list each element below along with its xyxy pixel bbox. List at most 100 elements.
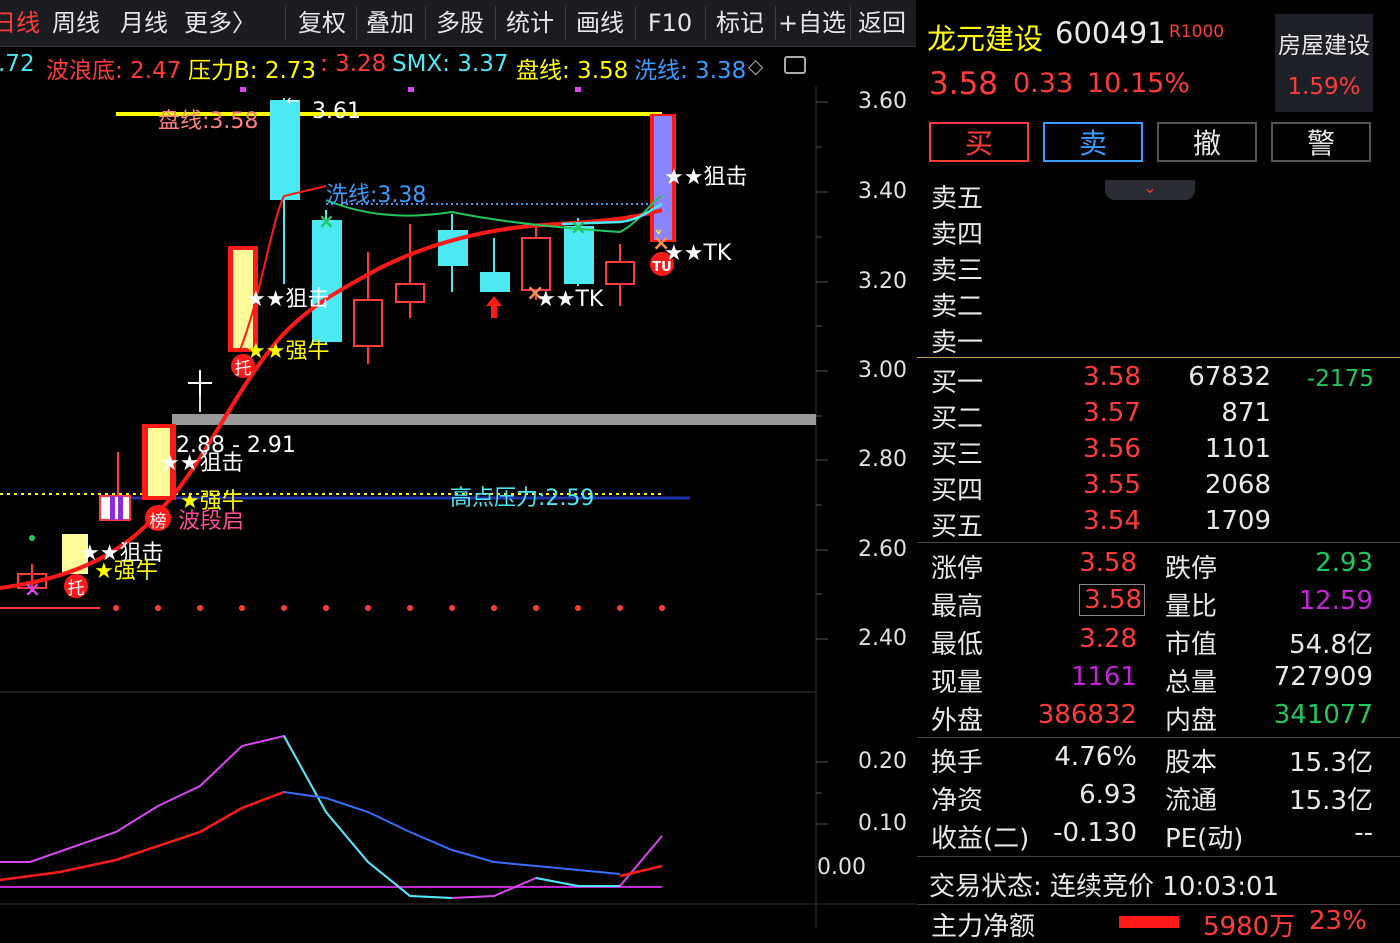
up-arrow-icon [486,296,502,318]
bull-label: ★★强牛 [246,339,329,364]
stat-label: 涨停 [931,554,984,584]
stat-value: 1161 [1070,662,1137,692]
bull-label: ★强牛 [94,559,158,584]
bid-volume: 1101 [1204,434,1271,464]
stat-value: 3.58 [1079,584,1145,616]
stat-label: 最高 [931,592,984,622]
stock-tag: R1000 [1169,22,1225,42]
bid-delta: -2175 [1307,366,1374,392]
ask-label: 卖五 [931,184,984,214]
stat-value: 3.28 [1079,624,1137,654]
sector-pct: 1.59% [1287,74,1361,100]
main-flow-label: 主力净额 [931,912,1036,942]
stat-label: 现量 [931,668,984,698]
high-label: 3.61 [312,99,361,124]
collapse-chevron-icon[interactable]: ⌄ [1105,180,1195,200]
tab-monthly[interactable]: 月线 [116,0,172,46]
cross-icon: × [570,215,587,239]
sector-box[interactable]: 房屋建设 1.59% [1275,14,1373,112]
diamond-icon[interactable]: ◇ [748,54,763,78]
stat-value: 12.59 [1298,586,1373,616]
draw-line-button[interactable]: 画线 [568,0,632,46]
osc-axis-label: 0.20 [858,749,907,774]
f10-button[interactable]: F10 [638,0,702,46]
stat-label: 总量 [1165,668,1218,698]
bid-volume: 871 [1221,398,1271,428]
snipe-label: ★★狙击 [160,451,243,476]
bid-price: 3.56 [1083,434,1141,464]
indicator-wave-bottom: 波浪底: 2.47 [46,58,182,84]
cancel-order-button[interactable]: 撤 [1157,122,1257,162]
indicator-wash-line: 洗线: 3.38 [634,58,747,84]
stock-name: 龙元建设 [927,22,1044,56]
indicator-pressure-b: 压力B: 2.73 [188,58,317,84]
stat-label: 外盘 [931,706,984,736]
stat-label: 最低 [931,630,984,660]
stat-value: -- [1354,818,1373,848]
stat-value: 727909 [1273,662,1373,692]
tk-label: ★★TK [664,241,732,266]
price-axis-label: 3.60 [858,89,907,114]
candles [17,98,676,592]
snipe-label: ★★狙击 [664,165,747,190]
ask-label: 卖二 [931,292,984,322]
stat-value: 341077 [1273,700,1373,730]
tab-daily[interactable]: 日线 [0,0,40,46]
buy-button[interactable]: 买 [929,122,1029,162]
stat-label: 量比 [1165,592,1218,622]
more-menu[interactable]: 更多〉 [182,0,258,46]
candle [312,220,342,342]
wash-label: 洗线:3.38 [326,183,426,208]
stat-label: 市值 [1165,630,1218,660]
bid-price: 3.54 [1083,506,1141,536]
tuo-marker: 托 [68,579,85,599]
current-price: 3.58 [929,66,999,102]
indicator-pan-line: 盘线: 3.58 [516,58,629,84]
price-change-pct: 10.15% [1087,68,1190,99]
bid-price: 3.58 [1083,362,1141,392]
stat-value: 15.3亿 [1289,748,1373,778]
bang-marker: 榜 [150,512,167,532]
ask-label: 卖三 [931,256,984,286]
indicator-first: .72 [0,51,35,77]
bid-price: 3.55 [1083,470,1141,500]
bid-volume: 1709 [1204,506,1271,536]
stat-label: 流通 [1165,786,1218,816]
bid-label: 买一 [931,368,984,398]
alert-button[interactable]: 警 [1271,122,1371,162]
cross-icon: × [318,209,335,233]
indicator-smx: SMX: 3.37 [392,51,509,77]
stock-code: 600491 [1055,16,1166,50]
stat-label: 股本 [1165,748,1218,778]
bid-volume: 2068 [1204,470,1271,500]
indicator-value: : 3.28 [320,51,387,77]
stat-value: 54.8亿 [1289,630,1373,660]
candle [480,272,510,292]
sell-button[interactable]: 卖 [1043,122,1143,162]
stat-label: 内盘 [1165,706,1218,736]
price-axis-label: 2.40 [858,626,907,651]
back-button[interactable]: 返回 [852,0,912,46]
stat-value: 2.93 [1315,548,1373,578]
tab-weekly[interactable]: 周线 [48,0,104,46]
multi-stock-button[interactable]: 多股 [428,0,492,46]
add-watchlist-button[interactable]: +自选 [776,0,848,46]
overlay-button[interactable]: 叠加 [358,0,422,46]
osc-axis-label: 0.00 [817,855,866,880]
main-flow-pct: 23% [1309,906,1367,936]
stat-label: 收益(二) [931,824,1030,854]
candle [395,283,425,303]
price-axis-label: 2.60 [858,537,907,562]
restore-rights-button[interactable]: 复权 [290,0,354,46]
bid-label: 买四 [931,476,984,506]
candlestick-chart[interactable]: 托 托 榜 TU × × × × ˅ × 盘线:3.58 ← 3.61 洗线:3… [0,86,916,928]
panel-toggle-icon[interactable] [784,56,806,74]
statistics-button[interactable]: 统计 [498,0,562,46]
mark-button[interactable]: 标记 [708,0,772,46]
down-marker-icon: ˅ [654,228,663,249]
tk-label: ★★TK [536,287,604,312]
snipe-label: ★★狙击 [246,287,329,312]
price-axis-label: 3.20 [858,269,907,294]
oscillator [0,734,663,900]
stat-label: 换手 [931,748,984,778]
